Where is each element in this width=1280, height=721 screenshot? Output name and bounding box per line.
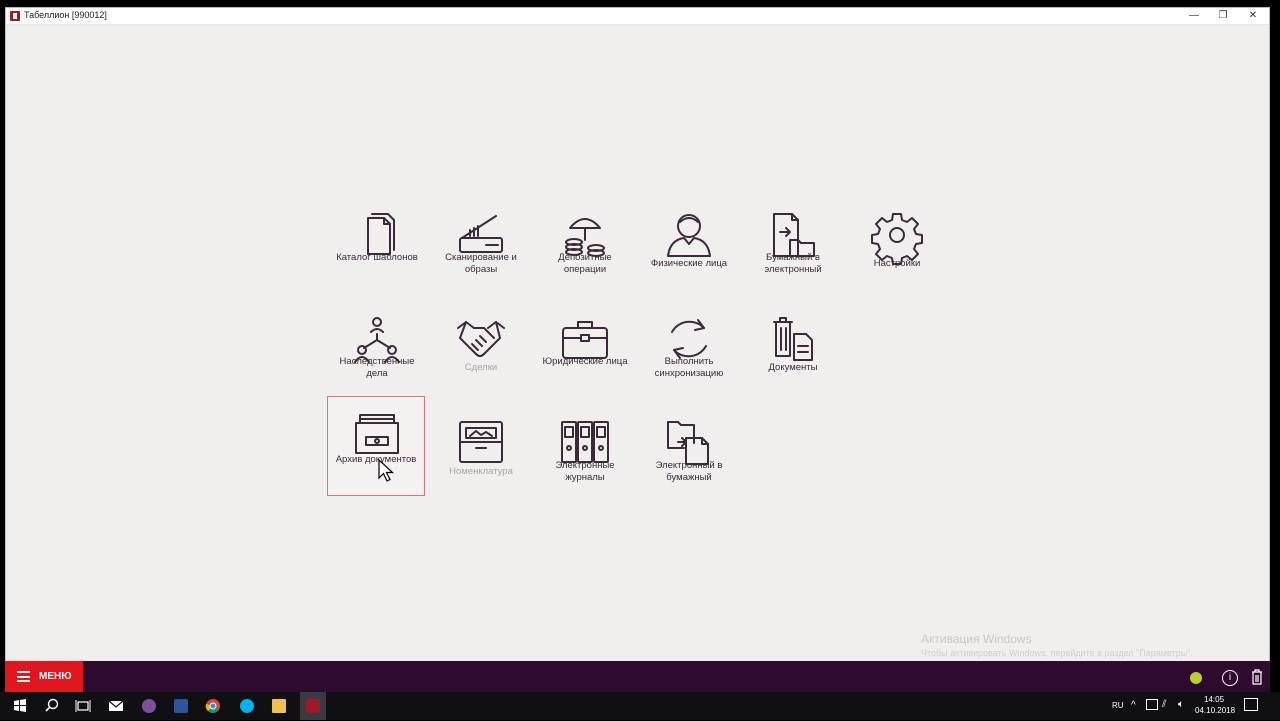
documents-trash-icon xyxy=(773,317,813,361)
maximize-button[interactable]: ❐ xyxy=(1208,8,1238,24)
window-title: Табеллион [990012] xyxy=(24,10,107,20)
menu-item-label: Бумажный в электронный xyxy=(764,252,822,275)
task-view-icon xyxy=(75,700,91,712)
menu-item-label: Физические лица xyxy=(650,258,728,269)
folder-icon xyxy=(272,699,286,713)
menu-item-label: Каталог шаблонов xyxy=(336,252,418,263)
menu-item-deposit-operations[interactable]: Депозитные операции xyxy=(536,200,634,300)
taskbar-skype[interactable] xyxy=(236,696,258,716)
notifications-icon[interactable] xyxy=(1244,698,1258,711)
clock-time[interactable]: 14:05 xyxy=(1204,695,1224,704)
start-button[interactable] xyxy=(10,696,32,716)
search-icon xyxy=(45,698,59,712)
menu-item-label: Номенклатура xyxy=(449,466,513,477)
menu-item-label: Электронные журналы xyxy=(555,460,615,483)
taskbar-tabellion[interactable] xyxy=(300,692,326,720)
menu-item-legal-entities[interactable]: Юридические лица xyxy=(536,304,634,404)
viber-icon xyxy=(142,699,156,713)
menu-item-deals[interactable]: Сделки xyxy=(432,304,530,404)
cabinet-icon xyxy=(459,421,503,463)
taskbar-explorer[interactable] xyxy=(268,696,290,716)
menu-item-sync[interactable]: Выполнить синхронизацию xyxy=(640,304,738,404)
menu-item-scanning[interactable]: Сканирование и образы xyxy=(432,200,530,300)
windows-taskbar: RU ^ ⫽ 🔈︎ 14:05 04.10.2018 xyxy=(0,692,1280,720)
menu-item-label: Выполнить синхронизацию xyxy=(654,356,724,379)
tray-expand-icon[interactable]: ^ xyxy=(1131,700,1136,711)
connection-status-icon[interactable] xyxy=(1190,672,1202,684)
windows-logo-icon xyxy=(14,699,26,712)
windows-activation-hint: Чтобы активировать Windows, перейдите в … xyxy=(921,648,1193,658)
clock-date[interactable]: 04.10.2018 xyxy=(1195,706,1235,715)
language-indicator[interactable]: RU xyxy=(1112,701,1124,710)
menu-item-documents[interactable]: Документы xyxy=(744,304,842,404)
menu-item-label: Электронный в бумажный xyxy=(655,460,723,483)
windows-activation-title: Активация Windows xyxy=(921,632,1032,646)
menu-item-label: Депозитные операции xyxy=(558,252,612,275)
volume-icon[interactable]: 🔈︎ xyxy=(1178,699,1184,710)
hamburger-icon xyxy=(17,671,30,682)
menu-item-paper-to-digital[interactable]: Бумажный в электронный xyxy=(744,200,842,300)
taskbar-mail[interactable] xyxy=(106,696,128,716)
taskbar-word[interactable] xyxy=(170,696,192,716)
word-icon xyxy=(174,699,188,713)
chrome-icon xyxy=(205,699,220,713)
skype-icon xyxy=(240,699,254,713)
menu-button[interactable]: МЕНЮ xyxy=(5,661,83,692)
menu-item-label: Сканирование и образы xyxy=(445,252,517,275)
search-button[interactable] xyxy=(42,696,64,716)
taskbar-viber[interactable] xyxy=(138,696,160,716)
mouse-cursor-icon xyxy=(378,459,395,482)
close-button[interactable]: ✕ xyxy=(1238,8,1268,24)
menu-item-label: Наследственные дела xyxy=(339,356,415,379)
title-bar[interactable]: Табеллион [990012] — ❐ ✕ xyxy=(6,8,1269,25)
info-icon[interactable]: i xyxy=(1222,670,1238,686)
menu-item-individuals[interactable]: Физические лица xyxy=(640,200,738,300)
trash-icon[interactable] xyxy=(1251,669,1263,685)
menu-item-document-archive[interactable]: Архив документов xyxy=(327,396,425,496)
network-icon[interactable]: ⫽ xyxy=(1162,699,1166,710)
menu-item-label: Сделки xyxy=(464,362,498,373)
menu-item-label: Настройки xyxy=(873,258,921,269)
menu-item-label: Архив документов xyxy=(335,454,417,465)
app-logo-icon xyxy=(10,11,20,21)
app-window: Табеллион [990012] — ❐ ✕ xyxy=(5,7,1270,695)
app-bottom-bar: МЕНЮ xyxy=(5,661,1270,692)
task-view-button[interactable] xyxy=(73,696,95,716)
mail-icon xyxy=(108,700,124,711)
menu-item-template-catalog[interactable]: Каталог шаблонов xyxy=(328,200,426,300)
menu-item-settings[interactable]: Настройки xyxy=(848,200,946,300)
person-icon xyxy=(667,214,711,257)
menu-item-electronic-journals[interactable]: Электронные журналы xyxy=(536,408,634,508)
taskbar-chrome[interactable] xyxy=(202,696,224,716)
tabellion-icon xyxy=(306,699,320,713)
handshake-icon xyxy=(457,321,505,357)
menu-button-label: МЕНЮ xyxy=(39,671,72,682)
tray-app-icon[interactable] xyxy=(1146,699,1158,710)
menu-item-label: Документы xyxy=(768,362,818,373)
minimize-button[interactable]: — xyxy=(1179,8,1209,24)
menu-item-nomenclature[interactable]: Номенклатура xyxy=(432,408,530,508)
menu-item-inheritance-cases[interactable]: Наследственные дела xyxy=(328,304,426,404)
menu-item-digital-to-paper[interactable]: Электронный в бумажный xyxy=(640,408,738,508)
menu-item-label: Юридические лица xyxy=(542,356,628,367)
gear-icon xyxy=(871,213,923,265)
